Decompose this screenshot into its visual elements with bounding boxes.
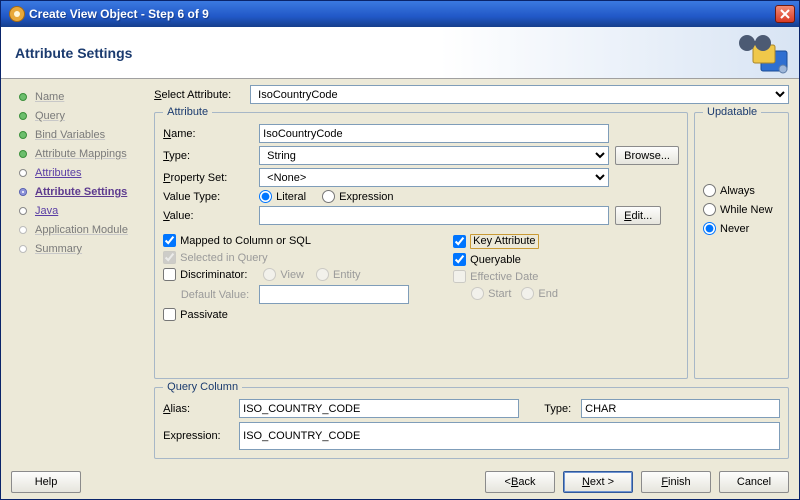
- edit-button[interactable]: Edit...: [615, 206, 661, 225]
- selected-in-query-checkbox: Selected in Query: [163, 251, 433, 264]
- property-set-select[interactable]: <None>: [259, 168, 609, 187]
- alias-label: Alias:: [163, 403, 233, 415]
- step-label: Application Module: [35, 224, 128, 236]
- close-icon: [780, 9, 790, 19]
- alias-input[interactable]: [239, 399, 519, 418]
- page-title: Attribute Settings: [15, 45, 132, 61]
- query-column-fieldset: Query Column Alias: Type: Expression:: [154, 381, 789, 459]
- titlebar: Create View Object - Step 6 of 9: [1, 1, 799, 27]
- wizard-step-summary: Summary: [11, 240, 148, 258]
- browse-button[interactable]: Browse...: [615, 146, 679, 165]
- queryable-checkbox[interactable]: Queryable: [453, 253, 679, 266]
- value-type-label: Value Type:: [163, 191, 253, 203]
- updatable-legend: Updatable: [703, 106, 761, 118]
- type-select[interactable]: String: [259, 146, 609, 165]
- step-dot-icon: [19, 245, 27, 253]
- step-label: Name: [35, 91, 64, 103]
- wizard-steps: Name Query Bind Variables Attribute Mapping…: [11, 85, 148, 459]
- step-dot-icon: [19, 131, 27, 139]
- content-panel: Select Attribute: IsoCountryCode Attribu…: [154, 85, 789, 459]
- literal-radio[interactable]: Literal: [259, 190, 306, 203]
- passivate-checkbox[interactable]: Passivate: [163, 308, 433, 321]
- name-input[interactable]: [259, 124, 609, 143]
- header-banner: Attribute Settings: [1, 27, 799, 79]
- step-label: Attribute Mappings: [35, 148, 127, 160]
- step-dot-icon: [19, 93, 27, 101]
- step-dot-icon: [19, 207, 27, 215]
- step-dot-icon: [19, 188, 27, 196]
- step-label: Attributes: [35, 167, 81, 179]
- effective-date-checkbox: Effective Date: [453, 270, 679, 283]
- wizard-window: Create View Object - Step 6 of 9 Attribu…: [0, 0, 800, 500]
- wizard-step-attributes[interactable]: Attributes: [11, 164, 148, 182]
- updatable-fieldset: Updatable Always While New Never: [694, 106, 789, 379]
- step-dot-icon: [19, 169, 27, 177]
- step-dot-icon: [19, 112, 27, 120]
- type-label: Type:: [163, 150, 253, 162]
- while-new-radio[interactable]: While New: [703, 203, 780, 216]
- step-label: Bind Variables: [35, 129, 105, 141]
- end-radio: End: [521, 287, 558, 300]
- step-label: Query: [35, 110, 65, 122]
- entity-radio: Entity: [316, 268, 361, 281]
- cancel-button[interactable]: Cancel: [719, 471, 789, 493]
- property-set-label: Property Set:: [163, 172, 253, 184]
- view-radio: View: [263, 268, 304, 281]
- expression-input[interactable]: [239, 422, 780, 450]
- expression-radio[interactable]: Expression: [322, 190, 393, 203]
- wizard-step-java[interactable]: Java: [11, 202, 148, 220]
- expression-label: Expression:: [163, 430, 233, 442]
- wizard-step-application-module: Application Module: [11, 221, 148, 239]
- discriminator-checkbox[interactable]: Discriminator:: [163, 268, 247, 281]
- start-radio: Start: [471, 287, 511, 300]
- always-radio[interactable]: Always: [703, 184, 780, 197]
- window-title: Create View Object - Step 6 of 9: [29, 7, 775, 21]
- select-attribute-label: Select Attribute:: [154, 89, 244, 101]
- default-value-label: Default Value:: [163, 289, 253, 301]
- select-attribute-row: Select Attribute: IsoCountryCode: [154, 85, 789, 104]
- wizard-footer: Help < Back Next > Finish Cancel: [1, 465, 799, 499]
- default-value-input: [259, 285, 409, 304]
- name-label: Name:: [163, 128, 253, 140]
- step-dot-icon: [19, 226, 27, 234]
- back-button[interactable]: < Back: [485, 471, 555, 493]
- step-dot-icon: [19, 150, 27, 158]
- help-button[interactable]: Help: [11, 471, 81, 493]
- close-button[interactable]: [775, 5, 795, 23]
- query-type-input[interactable]: [581, 399, 780, 418]
- wizard-step-bind-variables[interactable]: Bind Variables: [11, 126, 148, 144]
- wizard-step-attribute-settings: Attribute Settings: [11, 183, 148, 201]
- query-column-legend: Query Column: [163, 381, 242, 393]
- wizard-step-attribute-mappings[interactable]: Attribute Mappings: [11, 145, 148, 163]
- wizard-step-query[interactable]: Query: [11, 107, 148, 125]
- wizard-step-name[interactable]: Name: [11, 88, 148, 106]
- key-attribute-checkbox[interactable]: Key Attribute: [453, 234, 679, 249]
- main-area: Name Query Bind Variables Attribute Mapping…: [1, 79, 799, 465]
- attribute-fieldset: Attribute Name: Type: String Browse... P…: [154, 106, 688, 379]
- never-radio[interactable]: Never: [703, 222, 780, 235]
- mapped-checkbox[interactable]: Mapped to Column or SQL: [163, 234, 433, 247]
- attribute-legend: Attribute: [163, 106, 212, 118]
- value-label: Value:: [163, 210, 253, 222]
- step-label: Summary: [35, 243, 82, 255]
- step-label: Java: [35, 205, 58, 217]
- header-decor-icon: [733, 29, 793, 77]
- step-label: Attribute Settings: [35, 186, 127, 198]
- query-type-label: Type:: [525, 403, 575, 415]
- app-icon: [9, 6, 25, 22]
- next-button[interactable]: Next >: [563, 471, 633, 493]
- select-attribute-dropdown[interactable]: IsoCountryCode: [250, 85, 789, 104]
- finish-button[interactable]: Finish: [641, 471, 711, 493]
- value-input[interactable]: [259, 206, 609, 225]
